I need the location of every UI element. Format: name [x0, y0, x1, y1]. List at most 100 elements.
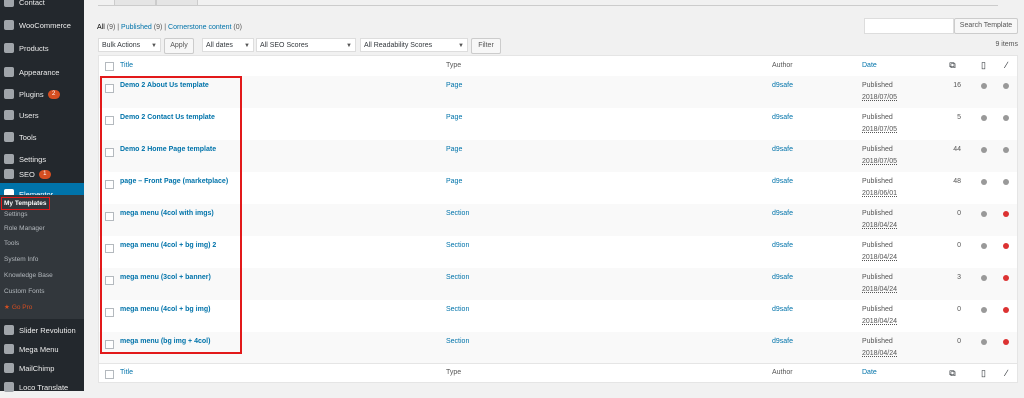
- readability-score-dot: [1003, 147, 1009, 153]
- seo-score-dot: [981, 179, 987, 185]
- submenu-label: Tools: [4, 240, 20, 247]
- author-link[interactable]: d9safe: [772, 242, 793, 249]
- column-title[interactable]: Title: [120, 369, 133, 376]
- internal-links-icon[interactable]: ⧉: [948, 368, 957, 378]
- template-type-link[interactable]: Section: [446, 210, 469, 217]
- publish-date: 2018/04/24: [862, 350, 898, 357]
- sidebar-item-plugins[interactable]: Plugins 2: [0, 83, 84, 105]
- readability-score-dot: [1003, 275, 1009, 281]
- sidebar-item-label: WooCommerce: [19, 20, 71, 30]
- submenu-label: Custom Fonts: [4, 288, 45, 295]
- seo-score-dot: [981, 243, 987, 249]
- readability-score-dot: [1003, 243, 1009, 249]
- author-link[interactable]: d9safe: [772, 178, 793, 185]
- readability-select[interactable]: All Readability Scores ▼: [360, 38, 468, 52]
- column-type: Type: [446, 369, 462, 376]
- sidebar-item-loco-translate[interactable]: Loco Translate: [0, 376, 84, 398]
- sidebar-item-label: Loco Translate: [19, 382, 69, 392]
- submenu-item-custom-fonts[interactable]: Custom Fonts: [4, 285, 44, 298]
- author-link[interactable]: d9safe: [772, 210, 793, 217]
- search-input[interactable]: [864, 18, 954, 34]
- sidebar-item-seo[interactable]: SEO 1: [0, 163, 84, 185]
- internal-links-icon[interactable]: ⧉: [948, 60, 957, 70]
- internal-links-count: 44: [953, 146, 961, 153]
- tab-stub[interactable]: [156, 0, 198, 6]
- submenu-item-tools[interactable]: Tools: [4, 237, 19, 250]
- internal-links-count: 5: [957, 114, 961, 121]
- readability-score-dot: [1003, 339, 1009, 345]
- template-type-link[interactable]: Page: [446, 82, 462, 89]
- tab-bar: [98, 0, 998, 6]
- search-template-button[interactable]: Search Template: [954, 18, 1018, 34]
- sidebar-item-label: Tools: [19, 132, 37, 142]
- publish-date: 2018/07/05: [862, 94, 898, 101]
- template-type-link[interactable]: Section: [446, 306, 469, 313]
- seo-score-icon[interactable]: ▯: [979, 60, 988, 70]
- submenu-label: Knowledge Base: [4, 272, 53, 279]
- template-type-link[interactable]: Section: [446, 242, 469, 249]
- publish-date: 2018/07/05: [862, 158, 898, 165]
- filter-published[interactable]: Published: [121, 24, 152, 31]
- internal-links-count: 0: [957, 306, 961, 313]
- author-link[interactable]: d9safe: [772, 146, 793, 153]
- sidebar-item-users[interactable]: Users: [0, 104, 84, 126]
- filter-button[interactable]: Filter: [471, 38, 501, 54]
- select-all-checkbox[interactable]: [105, 370, 114, 379]
- template-type-link[interactable]: Section: [446, 274, 469, 281]
- user-icon: [4, 110, 14, 120]
- sidebar-item-label: Products: [19, 43, 49, 53]
- readability-score-dot: [1003, 83, 1009, 89]
- mailchimp-icon: [4, 363, 14, 373]
- author-link[interactable]: d9safe: [772, 274, 793, 281]
- sidebar-item-woocommerce[interactable]: WooCommerce: [0, 14, 84, 36]
- author-link[interactable]: d9safe: [772, 306, 793, 313]
- template-type-link[interactable]: Page: [446, 146, 462, 153]
- sidebar-item-tools[interactable]: Tools: [0, 126, 84, 148]
- author-link[interactable]: d9safe: [772, 338, 793, 345]
- publish-status: Published: [862, 114, 893, 121]
- items-count: 9 items: [995, 41, 1018, 48]
- seo-scores-select[interactable]: All SEO Scores ▼: [256, 38, 356, 52]
- select-all-checkbox[interactable]: [105, 62, 114, 71]
- internal-links-count: 0: [957, 338, 961, 345]
- column-date[interactable]: Date: [862, 369, 877, 376]
- filter-cornerstone[interactable]: Cornerstone content: [168, 24, 231, 31]
- submenu-label: System Info: [4, 256, 39, 263]
- apply-button[interactable]: Apply: [164, 38, 194, 54]
- author-link[interactable]: d9safe: [772, 82, 793, 89]
- dates-select[interactable]: All dates ▼: [202, 38, 254, 52]
- update-count-badge: 2: [47, 89, 60, 99]
- filter-all[interactable]: All (9): [97, 24, 115, 31]
- readability-icon[interactable]: ∕: [1002, 368, 1011, 378]
- submenu-item-system-info[interactable]: System Info: [4, 253, 38, 266]
- mail-icon: [4, 0, 14, 7]
- readability-score-dot: [1003, 211, 1009, 217]
- publish-status: Published: [862, 146, 893, 153]
- template-type-link[interactable]: Section: [446, 338, 469, 345]
- template-type-link[interactable]: Page: [446, 114, 462, 121]
- author-link[interactable]: d9safe: [772, 114, 793, 121]
- chevron-down-icon: ▼: [151, 43, 157, 49]
- sidebar-item-label: MailChimp: [19, 363, 55, 373]
- submenu-item-go-pro[interactable]: ★ Go Pro: [4, 301, 32, 314]
- sidebar-item-contact[interactable]: Contact: [0, 0, 84, 13]
- bulk-actions-select[interactable]: Bulk Actions ▼: [98, 38, 161, 52]
- chevron-down-icon: ▼: [346, 43, 352, 49]
- yoast-icon: [4, 169, 14, 179]
- column-author: Author: [772, 369, 793, 376]
- seo-score-icon[interactable]: ▯: [979, 368, 988, 378]
- slider-icon: [4, 325, 14, 335]
- submenu-item-role-manager[interactable]: Role Manager: [4, 222, 45, 235]
- column-title[interactable]: Title: [120, 62, 133, 69]
- template-type-link[interactable]: Page: [446, 178, 462, 185]
- column-date[interactable]: Date: [862, 62, 877, 69]
- submenu-item-settings[interactable]: Settings: [4, 208, 28, 221]
- sidebar-item-products[interactable]: Products: [0, 37, 84, 59]
- submenu-item-knowledge-base[interactable]: Knowledge Base: [4, 269, 53, 282]
- readability-icon[interactable]: ∕: [1002, 60, 1011, 70]
- table-footer: Title Type Author Date ⧉ ▯ ∕: [98, 363, 1018, 383]
- tab-stub[interactable]: [114, 0, 156, 6]
- publish-status: Published: [862, 242, 893, 249]
- sidebar-item-appearance[interactable]: Appearance: [0, 61, 84, 83]
- readability-score-dot: [1003, 179, 1009, 185]
